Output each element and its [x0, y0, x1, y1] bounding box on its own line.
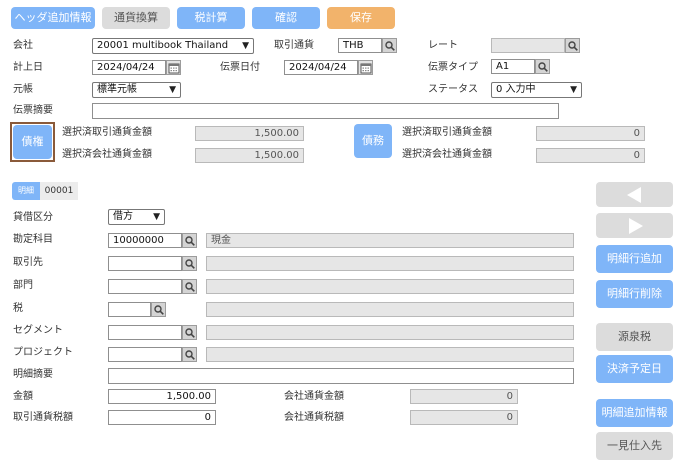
left-tx-amount-label: 選択済取引通貨金額: [62, 127, 152, 138]
amount-input[interactable]: 1,500.00: [108, 389, 216, 404]
credit-button[interactable]: 債権: [13, 125, 52, 159]
rate-input: [491, 38, 565, 53]
calendar-icon[interactable]: [358, 60, 373, 75]
ledger-value: 標準元帳: [97, 84, 137, 95]
debt-button[interactable]: 債務: [354, 124, 392, 158]
search-icon[interactable]: [182, 347, 197, 362]
memo-label: 伝票摘要: [13, 105, 53, 116]
project-name: [206, 347, 574, 362]
status-label: ステータス: [428, 84, 478, 95]
search-icon[interactable]: [182, 279, 197, 294]
segment-name: [206, 325, 574, 340]
confirm-button[interactable]: 確認: [252, 7, 320, 29]
slip-type-input[interactable]: A1: [491, 59, 535, 74]
right-co-amount: 0: [536, 148, 645, 163]
search-icon[interactable]: [382, 38, 397, 53]
search-icon[interactable]: [565, 38, 580, 53]
project-input[interactable]: [108, 347, 182, 362]
account-code-input[interactable]: 10000000: [108, 233, 182, 248]
tab-line-no[interactable]: 00001: [40, 182, 78, 200]
slip-date-input[interactable]: 2024/04/24: [284, 60, 358, 75]
segment-input[interactable]: [108, 325, 182, 340]
dept-input[interactable]: [108, 279, 182, 294]
prev-line-button[interactable]: [596, 182, 673, 207]
dc-select[interactable]: 借方 ▼: [108, 209, 165, 225]
tax-calc-button[interactable]: 税計算: [177, 7, 245, 29]
slip-date-label: 伝票日付: [220, 62, 260, 73]
partner-label: 取引先: [13, 257, 43, 268]
chevron-down-icon: ▼: [242, 41, 249, 51]
company-select[interactable]: 20001 multibook Thailand ▼: [92, 38, 254, 54]
dept-label: 部門: [13, 280, 33, 291]
left-tx-amount: 1,500.00: [195, 126, 304, 141]
dept-name: [206, 279, 574, 294]
right-tx-amount: 0: [536, 126, 645, 141]
ledger-label: 元帳: [13, 84, 33, 95]
right-tx-amount-label: 選択済取引通貨金額: [402, 127, 492, 138]
search-icon[interactable]: [535, 59, 550, 74]
left-co-amount: 1,500.00: [195, 148, 304, 163]
search-icon[interactable]: [151, 302, 166, 317]
memo-input[interactable]: [92, 103, 559, 119]
one-time-vendor-button[interactable]: 一見仕入先: [596, 432, 673, 460]
posting-date-label: 計上日: [13, 62, 43, 73]
arrow-right-icon: [629, 218, 643, 234]
tab-detail[interactable]: 明細: [12, 182, 40, 200]
partner-name: [206, 256, 574, 271]
ledger-select[interactable]: 標準元帳 ▼: [92, 82, 181, 98]
payment-date-button[interactable]: 決済予定日: [596, 355, 673, 383]
account-name: 現金: [206, 233, 574, 248]
search-icon[interactable]: [182, 325, 197, 340]
tax-name: [206, 302, 574, 317]
co-amount: 0: [410, 389, 518, 404]
line-memo-label: 明細摘要: [13, 369, 53, 380]
rate-label: レート: [428, 40, 458, 51]
tx-tax-label: 取引通貨税額: [13, 412, 73, 423]
currency-convert-button[interactable]: 通貨換算: [102, 7, 170, 29]
save-button[interactable]: 保存: [327, 7, 395, 29]
project-label: プロジェクト: [13, 347, 73, 358]
chevron-down-icon: ▼: [169, 85, 176, 95]
tx-currency-label: 取引通貨: [274, 40, 314, 51]
tx-tax-input[interactable]: 0: [108, 410, 216, 425]
search-icon[interactable]: [182, 256, 197, 271]
arrow-left-icon: [627, 187, 641, 203]
segment-label: セグメント: [13, 325, 63, 336]
line-info-button[interactable]: 明細追加情報: [596, 399, 673, 427]
company-label: 会社: [13, 40, 33, 51]
withholding-tax-button[interactable]: 源泉税: [596, 323, 673, 351]
right-co-amount-label: 選択済会社通貨金額: [402, 149, 492, 160]
status-value: 0 入力中: [496, 84, 536, 95]
tax-label: 税: [13, 303, 23, 314]
account-label: 勘定科目: [13, 234, 53, 245]
tx-currency-input[interactable]: THB: [338, 38, 382, 53]
slip-type-label: 伝票タイプ: [428, 62, 478, 73]
line-memo-input[interactable]: [108, 368, 574, 384]
dc-value: 借方: [113, 211, 133, 222]
amount-label: 金額: [13, 391, 33, 402]
delete-line-button[interactable]: 明細行削除: [596, 280, 673, 308]
posting-date-input[interactable]: 2024/04/24: [92, 60, 166, 75]
co-amount-label: 会社通貨金額: [284, 391, 344, 402]
add-line-button[interactable]: 明細行追加: [596, 245, 673, 273]
next-line-button[interactable]: [596, 213, 673, 238]
header-info-button[interactable]: ヘッダ追加情報: [11, 7, 95, 29]
co-tax: 0: [410, 410, 518, 425]
chevron-down-icon: ▼: [570, 85, 577, 95]
calendar-icon[interactable]: [166, 60, 181, 75]
tax-input[interactable]: [108, 302, 151, 317]
co-tax-label: 会社通貨税額: [284, 412, 344, 423]
left-co-amount-label: 選択済会社通貨金額: [62, 149, 152, 160]
search-icon[interactable]: [182, 233, 197, 248]
company-value: 20001 multibook Thailand: [97, 40, 229, 51]
status-select[interactable]: 0 入力中 ▼: [491, 82, 582, 98]
dc-label: 貸借区分: [13, 212, 53, 223]
partner-input[interactable]: [108, 256, 182, 271]
chevron-down-icon: ▼: [153, 212, 160, 222]
